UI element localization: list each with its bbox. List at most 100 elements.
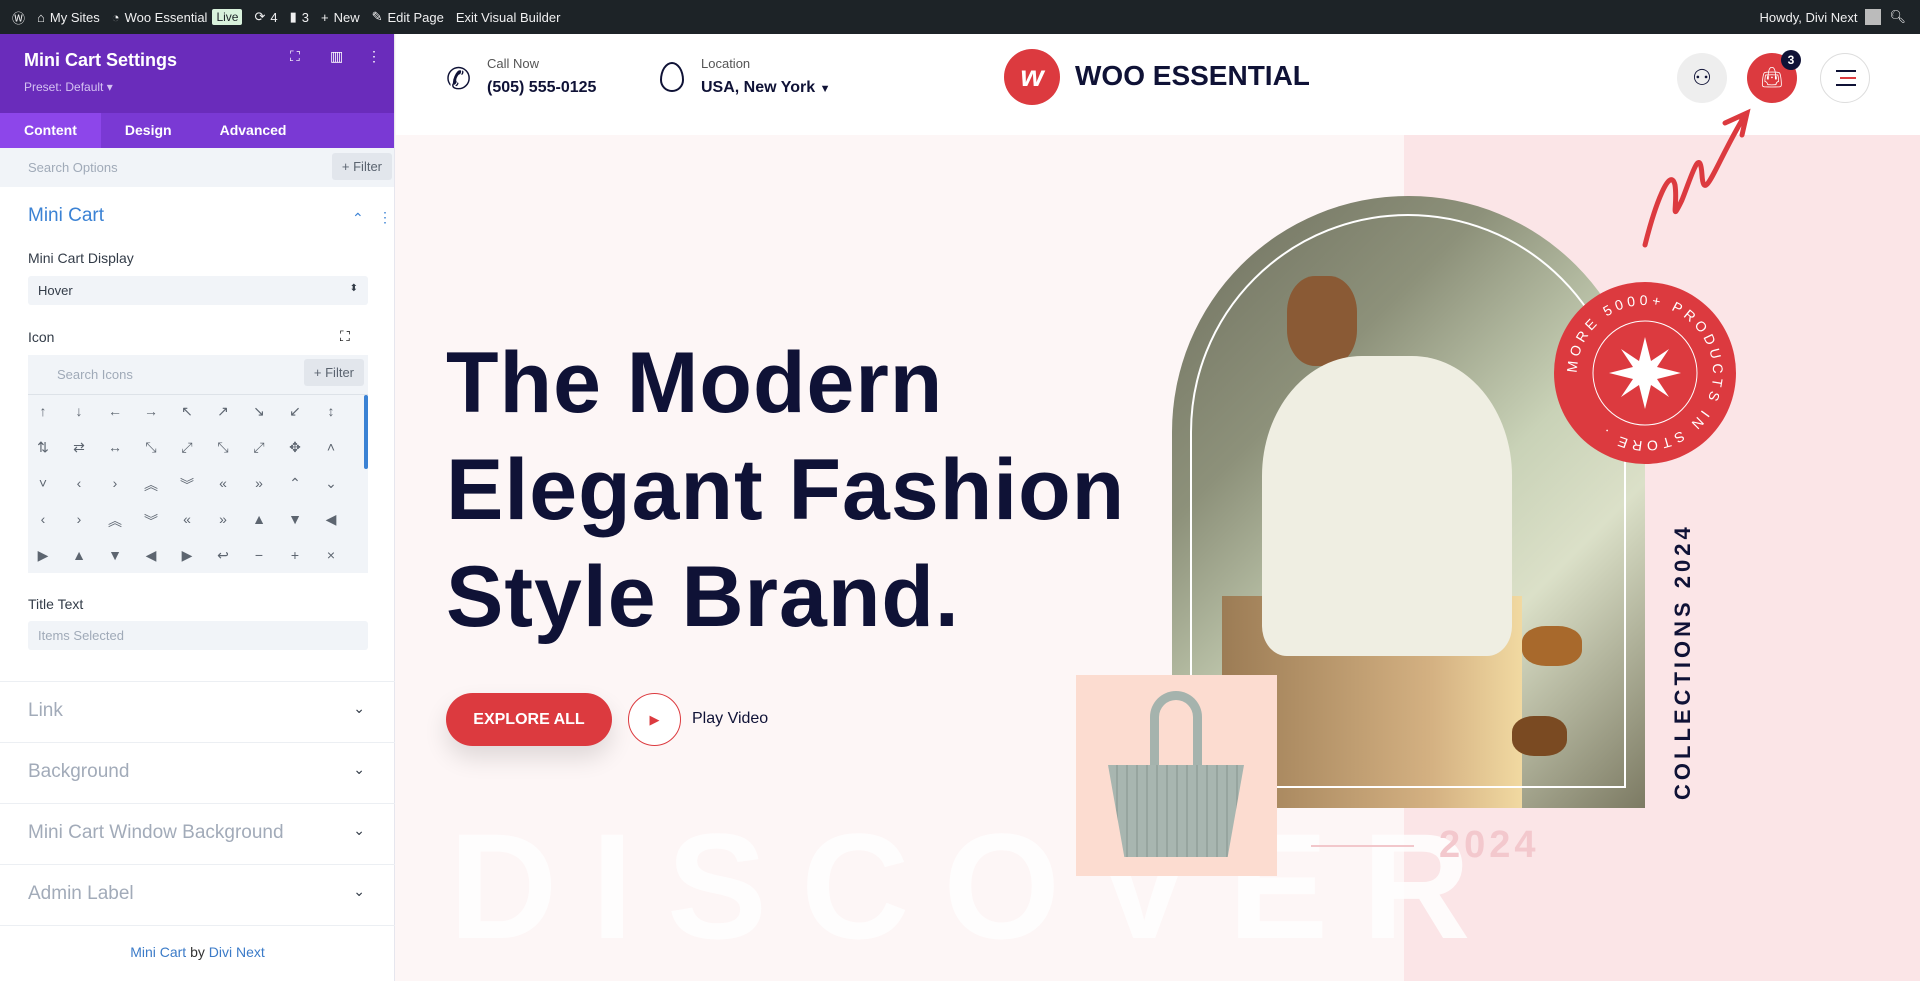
comment-icon: ▮ — [289, 9, 297, 24]
icon-filter-button[interactable]: + Filter — [303, 359, 364, 386]
play-video-label[interactable]: Play Video — [692, 710, 768, 728]
wordpress-logo-icon[interactable]: Ⓦ — [12, 0, 25, 34]
mini-cart-display-select[interactable]: Hover ⬍ — [28, 276, 368, 305]
icon-option[interactable]: › — [100, 475, 130, 491]
logo-icon[interactable]: w — [1004, 49, 1060, 105]
preset-selector[interactable]: Preset: Default ▾ — [24, 80, 113, 94]
icon-option[interactable]: ↖ — [172, 403, 202, 420]
section-background[interactable]: Background ⌄ — [0, 742, 395, 803]
module-link[interactable]: Mini Cart — [130, 944, 186, 960]
author-link[interactable]: Divi Next — [209, 944, 265, 960]
logo-text[interactable]: WOO ESSENTIAL — [1075, 60, 1310, 92]
phone-icon: ✆ — [446, 63, 472, 96]
new-link[interactable]: + New — [321, 0, 360, 34]
mini-cart-display-label: Mini Cart Display — [28, 250, 134, 266]
title-text-label: Title Text — [28, 596, 84, 612]
section-link[interactable]: Link ⌄ — [0, 681, 395, 742]
icon-option[interactable]: + — [280, 547, 310, 563]
icon-option[interactable]: ︽ — [100, 511, 130, 531]
icon-option[interactable]: ↗ — [208, 403, 238, 420]
menu-button[interactable] — [1820, 53, 1870, 103]
icon-option[interactable]: ▶ — [28, 547, 58, 564]
howdy-link[interactable]: Howdy, Divi Next — [1759, 10, 1857, 25]
icon-option[interactable]: « — [172, 511, 202, 527]
icon-option[interactable]: ︾ — [136, 511, 166, 531]
icon-option[interactable]: ‹ — [64, 475, 94, 491]
icon-option[interactable]: ← — [100, 403, 130, 419]
icon-option[interactable]: × — [316, 547, 346, 563]
section-title-mini-cart[interactable]: Mini Cart — [28, 205, 104, 227]
icon-option[interactable]: ◀ — [136, 547, 166, 564]
icon-option[interactable]: ↔ — [100, 439, 130, 455]
icon-option[interactable]: › — [64, 511, 94, 527]
my-sites-link[interactable]: ⌂ My Sites — [37, 0, 100, 34]
bag-image — [1108, 765, 1244, 857]
icon-option[interactable]: ︽ — [136, 475, 166, 495]
icon-option[interactable]: ↘ — [244, 403, 274, 420]
icon-option[interactable]: ▲ — [244, 511, 274, 527]
icon-option[interactable]: ⤢ — [244, 439, 274, 456]
section-admin-label[interactable]: Admin Label ⌄ — [0, 864, 395, 925]
icon-option[interactable]: ▼ — [280, 511, 310, 527]
play-video-button[interactable]: ▶ — [628, 693, 681, 746]
icon-option[interactable]: ↕ — [316, 403, 346, 419]
section-more-icon[interactable]: ⋮ — [378, 209, 392, 226]
icon-option[interactable]: « — [208, 475, 238, 491]
icon-option[interactable]: ˅ — [28, 475, 58, 491]
account-button[interactable]: ⚇ — [1677, 53, 1727, 103]
more-icon[interactable]: ⋮ — [367, 48, 381, 65]
icon-option[interactable]: ⇅ — [28, 439, 58, 456]
icon-option[interactable]: ↓ — [64, 403, 94, 419]
icon-option[interactable]: ⤡ — [208, 439, 238, 456]
phone-number[interactable]: (505) 555-0125 — [487, 79, 596, 97]
updates-link[interactable]: ⟳ 4 — [254, 0, 277, 34]
icon-option[interactable]: ⌃ — [280, 475, 310, 492]
icon-option[interactable]: ⤢ — [172, 439, 202, 456]
icon-option[interactable]: ▼ — [100, 547, 130, 563]
icon-grid-scrollbar[interactable] — [364, 395, 368, 469]
icon-option[interactable]: − — [244, 547, 274, 563]
icon-option[interactable]: ↙ — [280, 403, 310, 420]
search-icons-input[interactable]: Search Icons — [57, 367, 133, 382]
icon-focus-icon[interactable]: ⛶ — [340, 328, 350, 345]
location-label: Location — [701, 56, 751, 71]
product-bag-card[interactable] — [1076, 675, 1277, 876]
tab-advanced[interactable]: Advanced — [196, 113, 311, 148]
layout-icon[interactable]: ▥ — [330, 48, 343, 65]
avatar[interactable] — [1865, 9, 1882, 25]
plus-icon: + — [320, 9, 329, 25]
filter-button[interactable]: + Filter — [331, 153, 392, 180]
search-options-input[interactable]: Search Options + Filter — [0, 148, 394, 187]
icon-option[interactable]: ↩ — [208, 547, 238, 564]
icon-option[interactable]: ✥ — [280, 439, 310, 456]
location-selector[interactable]: USA, New York ▼ — [701, 79, 830, 97]
comments-link[interactable]: ▮ 3 — [290, 0, 309, 34]
title-text-input[interactable]: Items Selected — [28, 621, 368, 650]
section-mini-cart-window-background[interactable]: Mini Cart Window Background ⌄ — [0, 803, 395, 864]
search-icon[interactable]: 🔍︎ — [1889, 9, 1906, 25]
bag-handle — [1150, 691, 1202, 771]
site-link[interactable]: ◔ Woo Essential Live — [112, 0, 243, 34]
icon-option[interactable]: » — [208, 511, 238, 527]
icon-option[interactable]: ‹ — [28, 511, 58, 527]
fullscreen-icon[interactable]: ⛶ — [290, 48, 300, 65]
icon-option[interactable]: ↑ — [28, 403, 58, 419]
icon-option[interactable]: ▲ — [64, 547, 94, 563]
icon-option[interactable]: ˄ — [316, 439, 346, 455]
explore-all-button[interactable]: EXPLORE ALL — [446, 693, 612, 746]
edit-page-link[interactable]: ✎ Edit Page — [372, 0, 444, 34]
chevron-up-icon[interactable]: ⌃ — [352, 210, 364, 227]
tab-design[interactable]: Design — [101, 113, 196, 148]
icon-option[interactable]: ◀ — [316, 511, 346, 528]
user-icon: ⚇ — [1692, 65, 1712, 90]
select-arrows-icon: ⬍ — [349, 283, 358, 294]
icon-option[interactable]: ⤡ — [136, 439, 166, 456]
exit-visual-builder-link[interactable]: Exit Visual Builder — [456, 0, 561, 34]
icon-option[interactable]: » — [244, 475, 274, 491]
icon-option[interactable]: ▶ — [172, 547, 202, 564]
tab-content[interactable]: Content — [0, 113, 101, 148]
icon-option[interactable]: ⇄ — [64, 439, 94, 456]
icon-option[interactable]: ︾ — [172, 475, 202, 495]
icon-option[interactable]: ⌄ — [316, 475, 346, 492]
icon-option[interactable]: → — [136, 403, 166, 419]
